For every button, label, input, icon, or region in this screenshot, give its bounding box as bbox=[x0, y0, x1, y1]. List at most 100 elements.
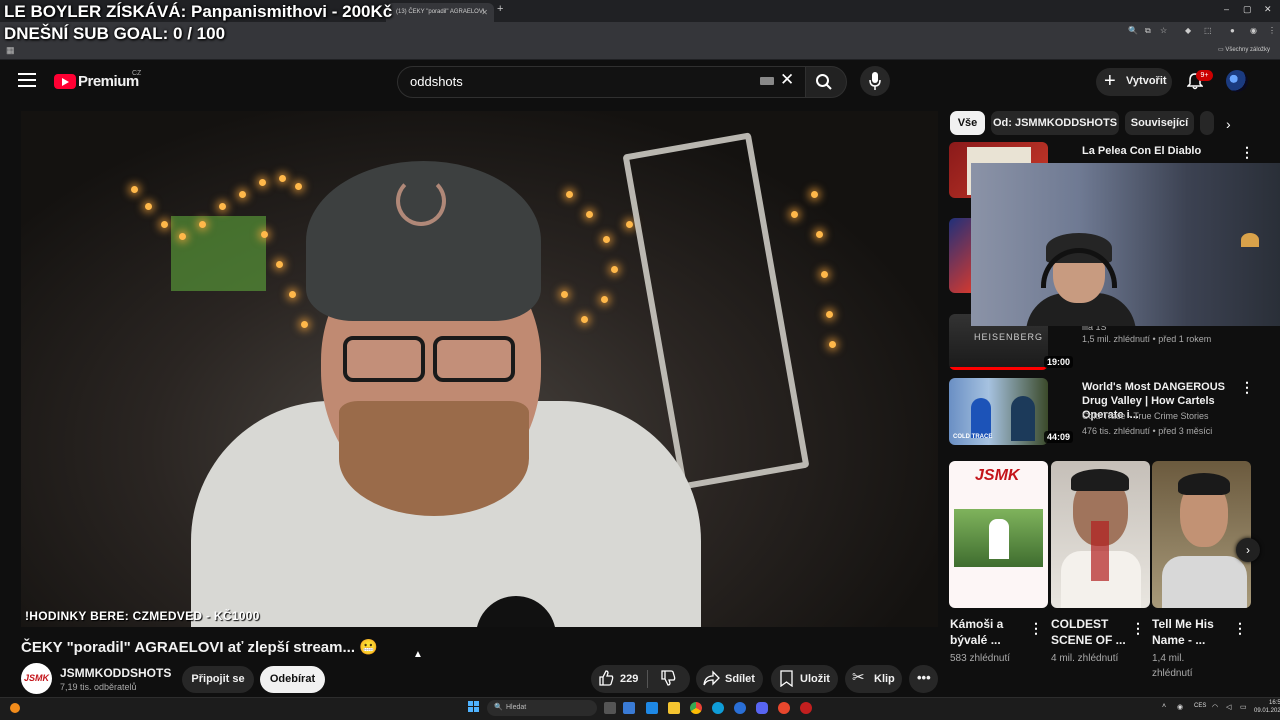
short-views: 1,4 mil. zhlédnutí bbox=[1152, 653, 1193, 679]
video-duration: 19:00 bbox=[1044, 356, 1074, 368]
related-thumbnail[interactable]: COLD TRACE bbox=[949, 378, 1048, 445]
task-view-icon[interactable] bbox=[604, 702, 616, 714]
short-title[interactable]: COLDEST SCENE OF ... bbox=[1051, 616, 1131, 648]
profile-icon[interactable]: ● bbox=[1230, 26, 1235, 35]
short-thumbnail[interactable] bbox=[1152, 461, 1251, 608]
avatar[interactable] bbox=[1226, 70, 1248, 92]
more-vert-icon[interactable]: ⋮ bbox=[1233, 620, 1247, 637]
search-icon: 🔍 bbox=[494, 704, 503, 711]
channel-avatar[interactable] bbox=[21, 663, 52, 694]
notification-badge: 9+ bbox=[1196, 70, 1213, 81]
language-indicator[interactable]: CES bbox=[1194, 703, 1206, 709]
app-icon[interactable] bbox=[734, 702, 746, 714]
tray-app-icon[interactable]: ◉ bbox=[1177, 703, 1183, 711]
app-icon[interactable] bbox=[778, 702, 790, 714]
widgets-icon[interactable] bbox=[623, 702, 635, 714]
related-channel[interactable]: Cold Trace - True Crime Stories bbox=[1082, 409, 1209, 424]
short-thumbnail[interactable]: JSMK bbox=[949, 461, 1048, 608]
short-thumbnail[interactable] bbox=[1051, 461, 1150, 608]
weather-icon[interactable] bbox=[10, 703, 20, 713]
keyboard-icon[interactable] bbox=[760, 77, 774, 85]
app-icon[interactable] bbox=[800, 702, 812, 714]
short-views: 4 mil. zhlédnutí bbox=[1051, 653, 1119, 664]
divider bbox=[647, 670, 648, 688]
clip-label: Klip bbox=[874, 673, 895, 685]
browser-tab-active[interactable]: (13) ČEKY "poradil" AGRAELOVI ✕ bbox=[386, 3, 494, 22]
logo-text[interactable]: Premium bbox=[78, 73, 139, 90]
stream-overlay-donation: LE BOYLER ZÍSKÁVÁ: Panpanismithovi - 200… bbox=[4, 2, 393, 21]
streamer-webcam bbox=[971, 163, 1280, 326]
wifi-icon[interactable]: ◠ bbox=[1212, 703, 1218, 711]
background-monitor bbox=[171, 216, 266, 291]
share-icon bbox=[703, 670, 720, 686]
taskbar-clock[interactable]: 16:5309.01.2026 bbox=[1254, 699, 1280, 715]
battery-icon[interactable]: ▭ bbox=[1240, 703, 1247, 711]
menu-icon[interactable]: ⋮ bbox=[1268, 26, 1276, 35]
related-title[interactable]: La Pelea Con El Diablo bbox=[1082, 144, 1232, 158]
file-explorer-icon[interactable] bbox=[668, 702, 680, 714]
chrome-icon[interactable] bbox=[690, 702, 702, 714]
new-tab-icon[interactable]: + bbox=[497, 3, 503, 15]
like-count[interactable]: 229 bbox=[620, 673, 638, 685]
close-icon[interactable]: ✕ bbox=[481, 8, 488, 17]
person-beard bbox=[339, 401, 529, 516]
youtube-logo-icon[interactable] bbox=[54, 74, 76, 89]
windows-taskbar bbox=[0, 697, 1280, 720]
lamp bbox=[1241, 233, 1259, 247]
search-icon[interactable] bbox=[815, 73, 833, 91]
taskbar-search-input[interactable]: Hledat bbox=[487, 700, 597, 716]
more-vert-icon[interactable]: ⋮ bbox=[1240, 144, 1254, 161]
extension-icon[interactable]: ◆ bbox=[1185, 26, 1191, 35]
more-vert-icon[interactable]: ⋮ bbox=[1240, 379, 1254, 396]
bookmark-icon bbox=[780, 670, 793, 687]
more-vert-icon[interactable]: ⋮ bbox=[1029, 620, 1043, 637]
volume-icon[interactable]: ◁ bbox=[1226, 703, 1231, 711]
video-title: ČEKY "poradil" AGRAELOVI ať zlepší strea… bbox=[21, 639, 378, 656]
clear-search-icon[interactable]: ✕ bbox=[780, 70, 794, 90]
tray-chevron-icon[interactable]: ˄ bbox=[1162, 703, 1166, 710]
watch-progress bbox=[949, 367, 1048, 370]
more-vert-icon[interactable]: ⋮ bbox=[1131, 620, 1145, 637]
share-label: Sdílet bbox=[725, 673, 755, 685]
scissors-icon: ✂ bbox=[852, 669, 865, 686]
glasses-left bbox=[343, 336, 425, 382]
related-meta: 1,5 mil. zhlédnutí • před 1 rokem bbox=[1082, 334, 1212, 344]
store-icon[interactable] bbox=[646, 702, 658, 714]
chevron-right-icon[interactable]: › bbox=[1226, 116, 1231, 132]
discord-icon[interactable] bbox=[756, 702, 768, 714]
mouse-cursor-icon: ▲ bbox=[413, 649, 423, 660]
menu-hamburger-icon[interactable] bbox=[18, 73, 36, 89]
thumbs-down-icon[interactable] bbox=[660, 670, 676, 686]
all-bookmarks-link[interactable]: ▭ Všechny záložky bbox=[1218, 46, 1270, 53]
video-player[interactable]: !HODINKY BERE: CZMEDVED - KČ1000 bbox=[21, 111, 938, 627]
chip-more[interactable] bbox=[1200, 111, 1214, 135]
zoom-icon[interactable]: 🔍 bbox=[1128, 26, 1138, 35]
minimize-icon[interactable]: – bbox=[1224, 4, 1229, 14]
windows-start-icon[interactable] bbox=[468, 701, 480, 713]
shorts-next-button[interactable]: › bbox=[1236, 538, 1260, 562]
video-caption: !HODINKY BERE: CZMEDVED - KČ1000 bbox=[25, 609, 260, 623]
account-icon[interactable]: ◉ bbox=[1250, 26, 1257, 35]
microphone-icon[interactable] bbox=[869, 72, 881, 90]
puzzle-icon[interactable]: ⬚ bbox=[1204, 26, 1212, 35]
cast-icon[interactable]: ⧉ bbox=[1145, 26, 1151, 36]
chip-from-channel[interactable]: Od: JSMMKODDSHOTS bbox=[991, 111, 1119, 135]
tab-title: (13) ČEKY "poradil" AGRAELOVI bbox=[396, 9, 485, 15]
search-input-value[interactable]: oddshots bbox=[410, 74, 463, 89]
edge-icon[interactable] bbox=[712, 702, 724, 714]
maximize-icon[interactable]: ▢ bbox=[1243, 4, 1252, 15]
chip-related[interactable]: Související bbox=[1125, 111, 1194, 135]
related-meta: 476 tis. zhlédnutí • před 3 měsíci bbox=[1082, 426, 1213, 436]
join-button[interactable]: Připojit se bbox=[182, 666, 254, 693]
thumbs-up-icon[interactable] bbox=[598, 670, 614, 686]
short-title[interactable]: Kámoši a bývalé ... bbox=[950, 616, 1030, 648]
star-icon[interactable]: ☆ bbox=[1160, 26, 1167, 35]
channel-name[interactable]: JSMMKODDSHOTS bbox=[60, 666, 171, 680]
glasses-right bbox=[433, 336, 515, 382]
short-title[interactable]: Tell Me His Name - ... bbox=[1152, 616, 1230, 648]
stream-overlay-sub-goal: DNEŠNÍ SUB GOAL: 0 / 100 bbox=[4, 24, 226, 43]
apps-icon[interactable]: ▦ bbox=[6, 45, 15, 56]
subscribe-button[interactable]: Odebírat bbox=[260, 666, 325, 693]
chip-all[interactable]: Vše bbox=[950, 111, 985, 135]
close-window-icon[interactable]: ✕ bbox=[1264, 4, 1272, 15]
